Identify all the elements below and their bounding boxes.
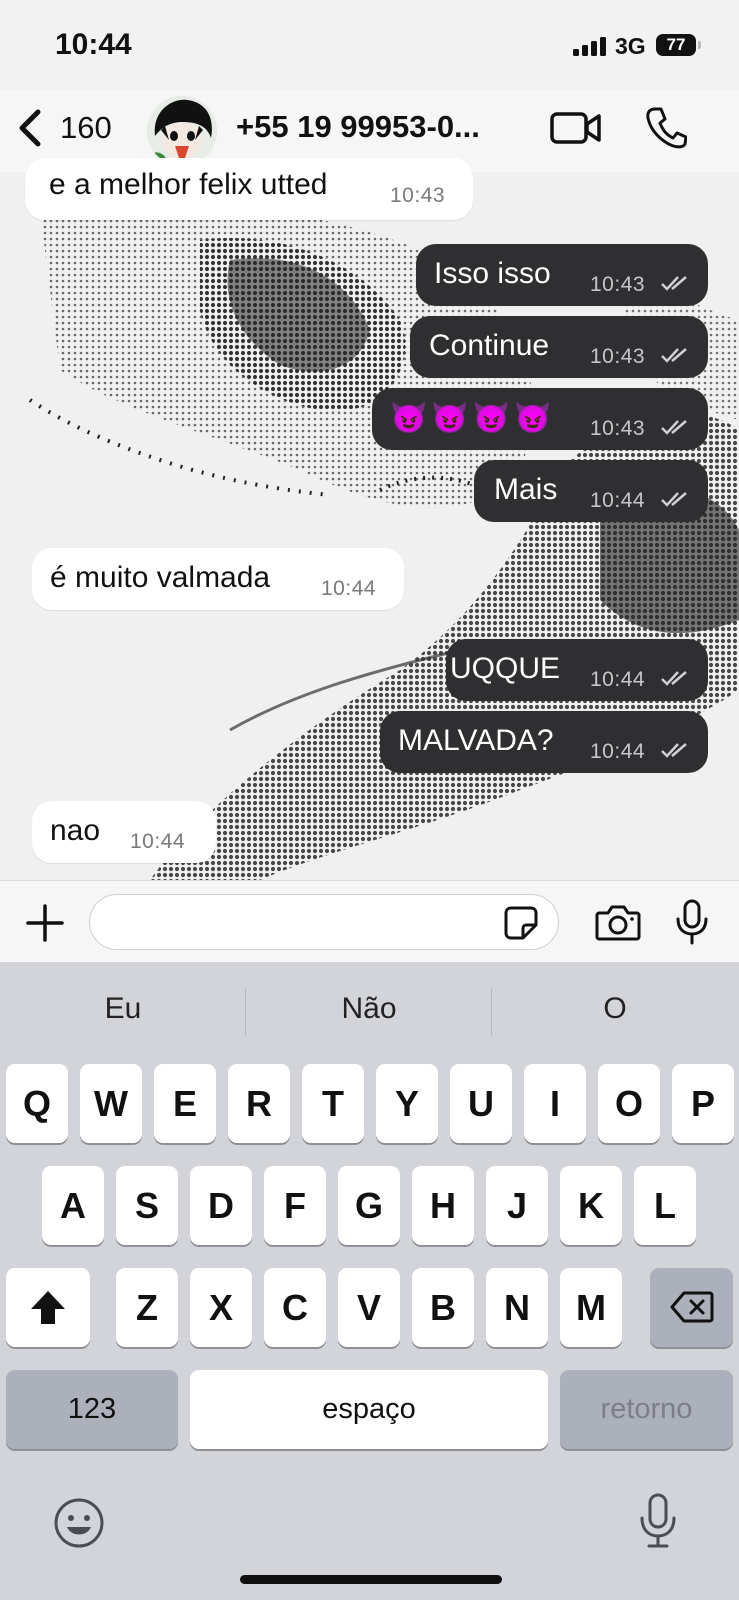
video-call-icon[interactable] bbox=[550, 108, 602, 148]
unread-count[interactable]: 160 bbox=[60, 110, 112, 146]
key-b[interactable]: B bbox=[412, 1268, 474, 1347]
key-t[interactable]: T bbox=[302, 1064, 364, 1143]
key-d[interactable]: D bbox=[190, 1166, 252, 1245]
message-text: nao bbox=[50, 814, 101, 847]
message-text: Mais bbox=[494, 473, 558, 506]
camera-icon[interactable] bbox=[595, 903, 641, 941]
shift-key[interactable] bbox=[6, 1268, 90, 1347]
message-time: 10:43 bbox=[390, 184, 446, 207]
read-receipt-icon bbox=[661, 743, 687, 758]
message-time: 10:43 bbox=[590, 417, 646, 440]
phone-icon[interactable] bbox=[645, 106, 687, 150]
plus-icon[interactable] bbox=[25, 903, 65, 943]
shift-icon bbox=[31, 1291, 65, 1324]
numbers-key[interactable]: 123 bbox=[6, 1370, 178, 1449]
status-time: 10:44 bbox=[55, 28, 132, 61]
message-time: 10:44 bbox=[590, 489, 646, 512]
key-u[interactable]: U bbox=[450, 1064, 512, 1143]
key-i[interactable]: I bbox=[524, 1064, 586, 1143]
dictation-mic-icon[interactable] bbox=[638, 1492, 678, 1550]
key-q[interactable]: Q bbox=[6, 1064, 68, 1143]
key-f[interactable]: F bbox=[264, 1166, 326, 1245]
network-type: 3G bbox=[615, 33, 646, 59]
key-p[interactable]: P bbox=[672, 1064, 734, 1143]
key-a[interactable]: A bbox=[42, 1166, 104, 1245]
read-receipt-icon bbox=[661, 420, 687, 435]
avatar[interactable] bbox=[147, 96, 217, 166]
key-n[interactable]: N bbox=[486, 1268, 548, 1347]
message-input-bar bbox=[0, 880, 739, 963]
message-bubble-outgoing[interactable]: Mais 10:44 bbox=[474, 460, 708, 522]
emoji-icon[interactable] bbox=[53, 1497, 105, 1549]
sticker-icon[interactable] bbox=[503, 905, 539, 941]
message-time: 10:43 bbox=[590, 273, 646, 296]
backspace-key[interactable] bbox=[650, 1268, 733, 1347]
suggestion-2[interactable]: Não bbox=[246, 992, 492, 1026]
key-e[interactable]: E bbox=[154, 1064, 216, 1143]
microphone-icon[interactable] bbox=[675, 899, 709, 945]
read-receipt-icon bbox=[661, 276, 687, 291]
read-receipt-icon bbox=[661, 348, 687, 363]
message-text: e a melhor felix utted bbox=[49, 168, 328, 201]
key-y[interactable]: Y bbox=[376, 1064, 438, 1143]
message-bubble-outgoing[interactable]: 😈😈😈😈 10:43 bbox=[372, 388, 708, 450]
suggestion-3[interactable]: O bbox=[492, 992, 738, 1026]
message-input[interactable] bbox=[89, 894, 559, 950]
message-time: 10:43 bbox=[590, 345, 646, 368]
message-text: é muito valmada bbox=[50, 561, 271, 594]
message-bubble-outgoing[interactable]: MALVADA? 10:44 bbox=[380, 711, 708, 773]
signal-icon bbox=[573, 37, 606, 56]
message-text: 😈😈😈😈 bbox=[390, 402, 556, 435]
key-j[interactable]: J bbox=[486, 1166, 548, 1245]
contact-name[interactable]: +55 19 99953-0... bbox=[236, 109, 480, 145]
message-text: Isso isso bbox=[434, 257, 551, 290]
message-bubble-outgoing[interactable]: Continue 10:43 bbox=[410, 316, 708, 378]
key-c[interactable]: C bbox=[264, 1268, 326, 1347]
key-v[interactable]: V bbox=[338, 1268, 400, 1347]
read-receipt-icon bbox=[661, 671, 687, 686]
key-o[interactable]: O bbox=[598, 1064, 660, 1143]
message-bubble-outgoing[interactable]: Isso isso 10:43 bbox=[416, 244, 708, 306]
suggestion-1[interactable]: Eu bbox=[0, 992, 246, 1026]
message-time: 10:44 bbox=[590, 668, 646, 691]
message-text: UQQUE bbox=[450, 652, 561, 685]
message-bubble-incoming[interactable]: é muito valmada 10:44 bbox=[32, 548, 404, 610]
key-z[interactable]: Z bbox=[116, 1268, 178, 1347]
key-s[interactable]: S bbox=[116, 1166, 178, 1245]
key-l[interactable]: L bbox=[634, 1166, 696, 1245]
key-k[interactable]: K bbox=[560, 1166, 622, 1245]
message-text: Continue bbox=[429, 329, 550, 362]
backspace-icon bbox=[670, 1291, 713, 1323]
message-time: 10:44 bbox=[321, 577, 377, 600]
read-receipt-icon bbox=[661, 492, 687, 507]
keyboard: Eu Não O Q W E R T Y U I O P A S D F G H… bbox=[0, 962, 739, 1600]
key-x[interactable]: X bbox=[190, 1268, 252, 1347]
battery-icon: 77 bbox=[656, 34, 701, 56]
key-w[interactable]: W bbox=[80, 1064, 142, 1143]
space-key[interactable]: espaço bbox=[190, 1370, 548, 1449]
key-m[interactable]: M bbox=[560, 1268, 622, 1347]
status-bar: 10:44 3G 77 bbox=[0, 0, 739, 90]
message-bubble-incoming[interactable]: nao 10:44 bbox=[32, 801, 216, 863]
message-bubble-outgoing[interactable]: UQQUE 10:44 bbox=[446, 639, 708, 701]
key-g[interactable]: G bbox=[338, 1166, 400, 1245]
message-text: MALVADA? bbox=[398, 724, 554, 757]
message-time: 10:44 bbox=[130, 830, 186, 853]
key-r[interactable]: R bbox=[228, 1064, 290, 1143]
back-chevron-icon[interactable] bbox=[16, 108, 46, 148]
return-key[interactable]: retorno bbox=[560, 1370, 733, 1449]
message-bubble-incoming[interactable]: e a melhor felix utted 10:43 bbox=[25, 158, 473, 220]
key-h[interactable]: H bbox=[412, 1166, 474, 1245]
home-indicator[interactable] bbox=[240, 1575, 502, 1584]
message-time: 10:44 bbox=[590, 740, 646, 763]
